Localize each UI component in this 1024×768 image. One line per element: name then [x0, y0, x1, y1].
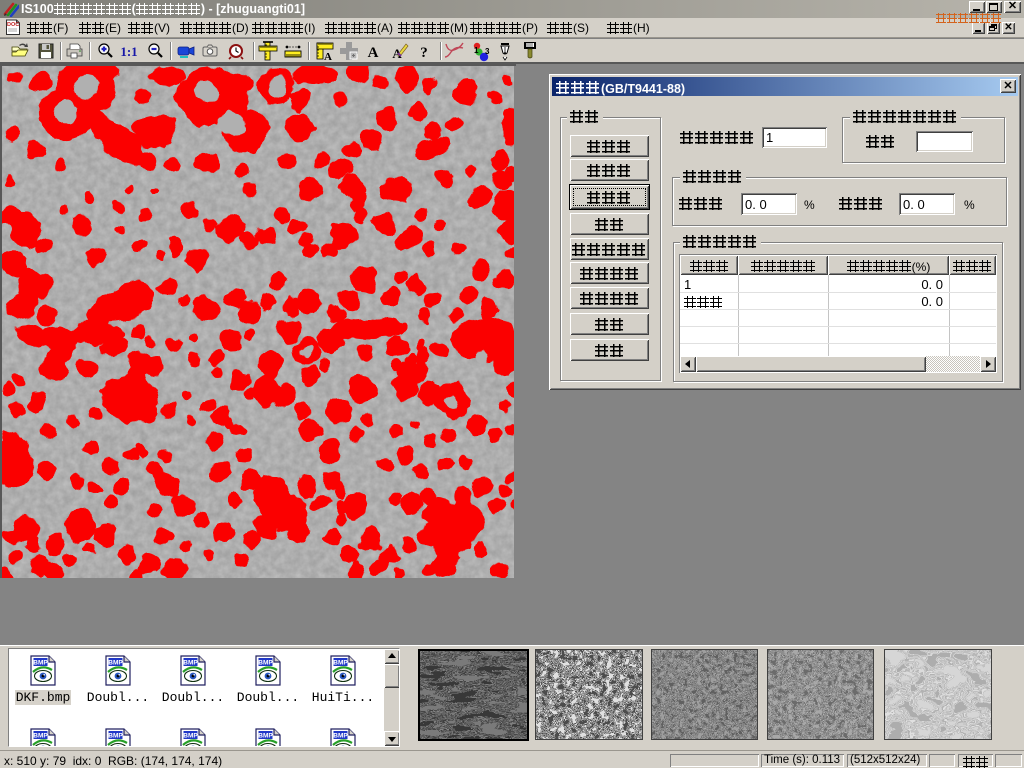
- svg-text:BMP: BMP: [183, 733, 198, 740]
- svg-text:DOC: DOC: [7, 22, 19, 28]
- svg-text:BMP: BMP: [258, 733, 273, 740]
- svg-text:?: ?: [420, 45, 428, 61]
- svg-text:1:1: 1:1: [120, 44, 137, 59]
- svg-text:A: A: [368, 45, 379, 61]
- svg-text:BMP: BMP: [108, 733, 123, 740]
- svg-text:BMP: BMP: [333, 733, 348, 740]
- svg-text:BMP: BMP: [258, 660, 273, 667]
- svg-text:BMP: BMP: [333, 660, 348, 667]
- svg-text:3: 3: [485, 47, 490, 56]
- svg-text:A: A: [324, 51, 332, 63]
- svg-text:BMP: BMP: [33, 733, 48, 740]
- svg-text:BMP: BMP: [108, 660, 123, 667]
- svg-text:BMP: BMP: [183, 660, 198, 667]
- svg-text:BMP: BMP: [33, 660, 48, 667]
- svg-text:1: 1: [474, 46, 479, 55]
